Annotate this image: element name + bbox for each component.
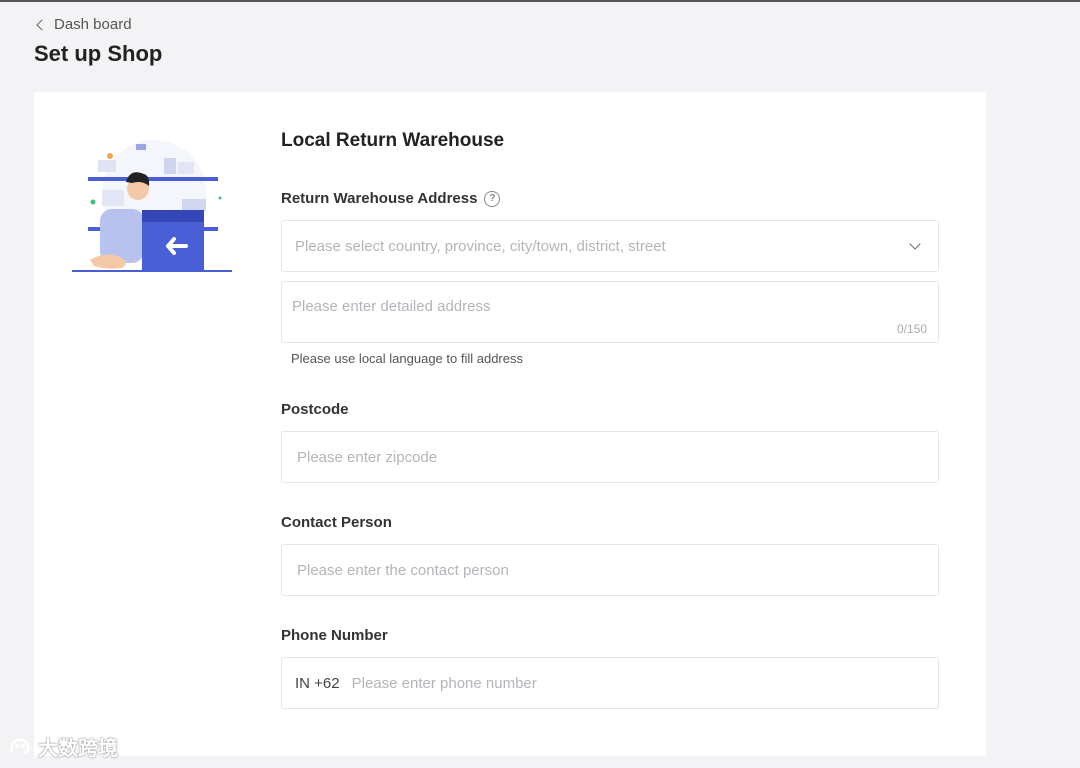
address-label-text: Return Warehouse Address bbox=[281, 190, 478, 207]
form-card: Local Return Warehouse Return Warehouse … bbox=[34, 92, 986, 756]
question-circle-icon[interactable]: ? bbox=[484, 190, 501, 207]
watermark-text: 大数跨境 bbox=[38, 738, 118, 760]
breadcrumb-back-link[interactable]: Dash board bbox=[36, 16, 132, 33]
region-select-placeholder: Please select country, province, city/to… bbox=[295, 237, 666, 255]
address-hint: Please use local language to fill addres… bbox=[291, 351, 523, 366]
chevron-down-icon bbox=[909, 238, 921, 250]
section-title: Local Return Warehouse bbox=[281, 130, 505, 151]
top-border bbox=[0, 0, 1080, 2]
region-select[interactable]: Please select country, province, city/to… bbox=[281, 220, 939, 272]
chevron-left-icon bbox=[36, 18, 48, 31]
postcode-field[interactable] bbox=[281, 431, 939, 483]
address-label: Return Warehouse Address ? bbox=[281, 190, 501, 207]
phone-number-label: Phone Number bbox=[281, 627, 388, 644]
page-title: Set up Shop bbox=[34, 41, 163, 66]
phone-number-field[interactable]: IN +62 bbox=[281, 657, 939, 709]
contact-person-input[interactable] bbox=[295, 560, 919, 580]
postcode-label: Postcode bbox=[281, 401, 349, 418]
phone-country-prefix[interactable]: IN +62 bbox=[295, 675, 340, 692]
detailed-address-input[interactable] bbox=[292, 298, 922, 324]
contact-person-label-text: Contact Person bbox=[281, 514, 392, 531]
postcode-label-text: Postcode bbox=[281, 401, 349, 418]
breadcrumb-label: Dash board bbox=[54, 16, 132, 33]
contact-person-label: Contact Person bbox=[281, 514, 392, 531]
contact-person-field[interactable] bbox=[281, 544, 939, 596]
character-counter: 0/150 bbox=[896, 322, 927, 336]
detailed-address-field[interactable]: 0/150 bbox=[281, 281, 939, 343]
watermark: 大数跨境 bbox=[8, 732, 118, 761]
phone-number-label-text: Phone Number bbox=[281, 627, 388, 644]
watermark-logo-icon bbox=[10, 738, 30, 754]
phone-number-input[interactable] bbox=[349, 673, 914, 693]
warehouse-return-illustration bbox=[72, 132, 236, 282]
postcode-input[interactable] bbox=[295, 447, 919, 467]
